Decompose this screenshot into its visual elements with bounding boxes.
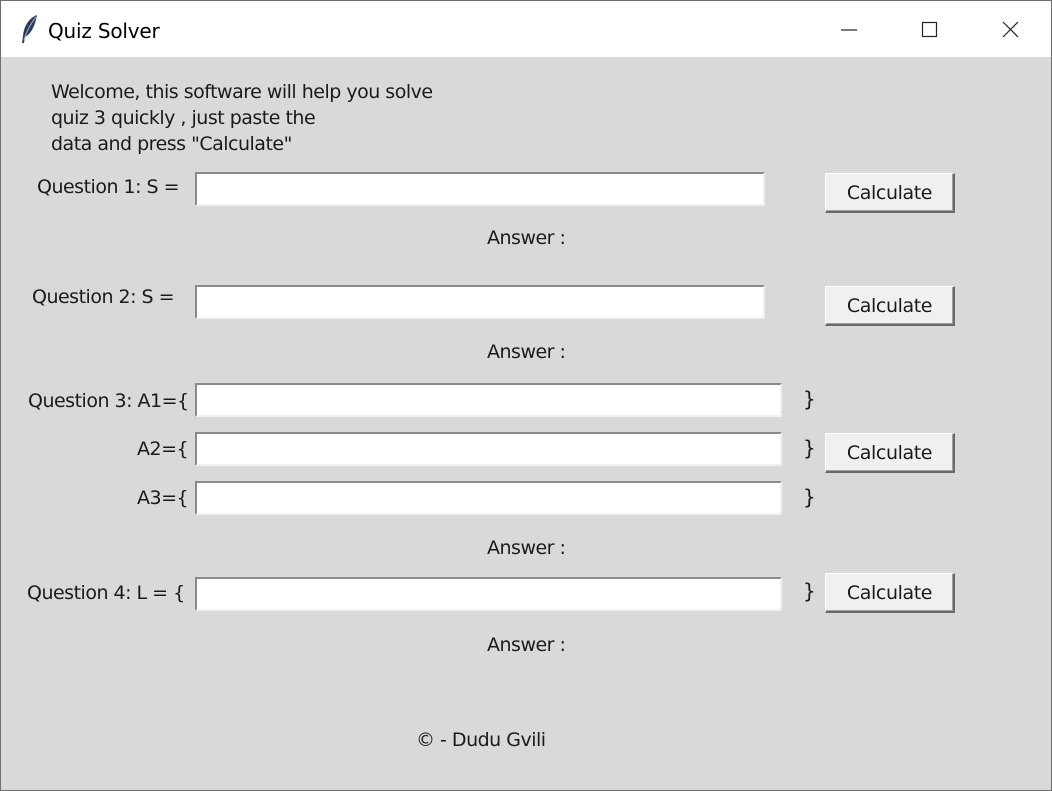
welcome-line-3: data and press "Calculate": [51, 133, 292, 155]
q3-a2-input[interactable]: [195, 432, 782, 466]
minimize-button[interactable]: [809, 1, 889, 57]
q3-a1-close-brace: }: [803, 387, 816, 411]
q2-s-input[interactable]: [195, 285, 765, 319]
q1-s-input[interactable]: [195, 172, 765, 206]
q3-label: Question 3: A1={: [28, 390, 189, 412]
close-button[interactable]: [970, 1, 1050, 57]
q3-answer: Answer :: [487, 537, 566, 559]
q1-calculate-button[interactable]: Calculate: [825, 173, 955, 213]
app-window: Quiz Solver Welcome, this software will …: [0, 0, 1052, 791]
q4-label: Question 4: L = {: [27, 582, 185, 604]
q3-a3-close-brace: }: [803, 485, 816, 509]
q4-calculate-button[interactable]: Calculate: [825, 573, 955, 613]
q4-l-input[interactable]: [195, 577, 782, 611]
q3-a2-label: A2={: [137, 438, 189, 460]
q3-a3-label: A3={: [137, 487, 189, 509]
q1-label: Question 1: S =: [37, 176, 180, 198]
welcome-text: Welcome, this software will help you sol…: [51, 79, 433, 157]
q3-a2-close-brace: }: [803, 436, 816, 460]
q4-close-brace: }: [803, 579, 816, 603]
close-icon: [1002, 21, 1019, 38]
q2-calculate-button[interactable]: Calculate: [825, 286, 955, 326]
q2-answer: Answer :: [487, 341, 566, 363]
welcome-line-2: quiz 3 quickly , just paste the: [51, 107, 316, 129]
welcome-line-1: Welcome, this software will help you sol…: [51, 81, 433, 103]
title-bar[interactable]: Quiz Solver: [1, 1, 1051, 57]
feather-icon: [19, 14, 41, 44]
main-panel: Welcome, this software will help you sol…: [1, 57, 1051, 790]
q3-a1-input[interactable]: [195, 383, 782, 417]
q1-answer: Answer :: [487, 227, 566, 249]
maximize-icon: [921, 21, 938, 38]
q4-answer: Answer :: [487, 634, 566, 656]
window-title: Quiz Solver: [48, 19, 160, 43]
copyright-footer: © - Dudu Gvili: [416, 729, 546, 751]
q3-a3-input[interactable]: [195, 481, 782, 515]
q3-calculate-button[interactable]: Calculate: [825, 433, 955, 473]
maximize-button[interactable]: [889, 1, 969, 57]
minimize-icon: [841, 29, 857, 31]
q2-label: Question 2: S =: [32, 286, 175, 308]
